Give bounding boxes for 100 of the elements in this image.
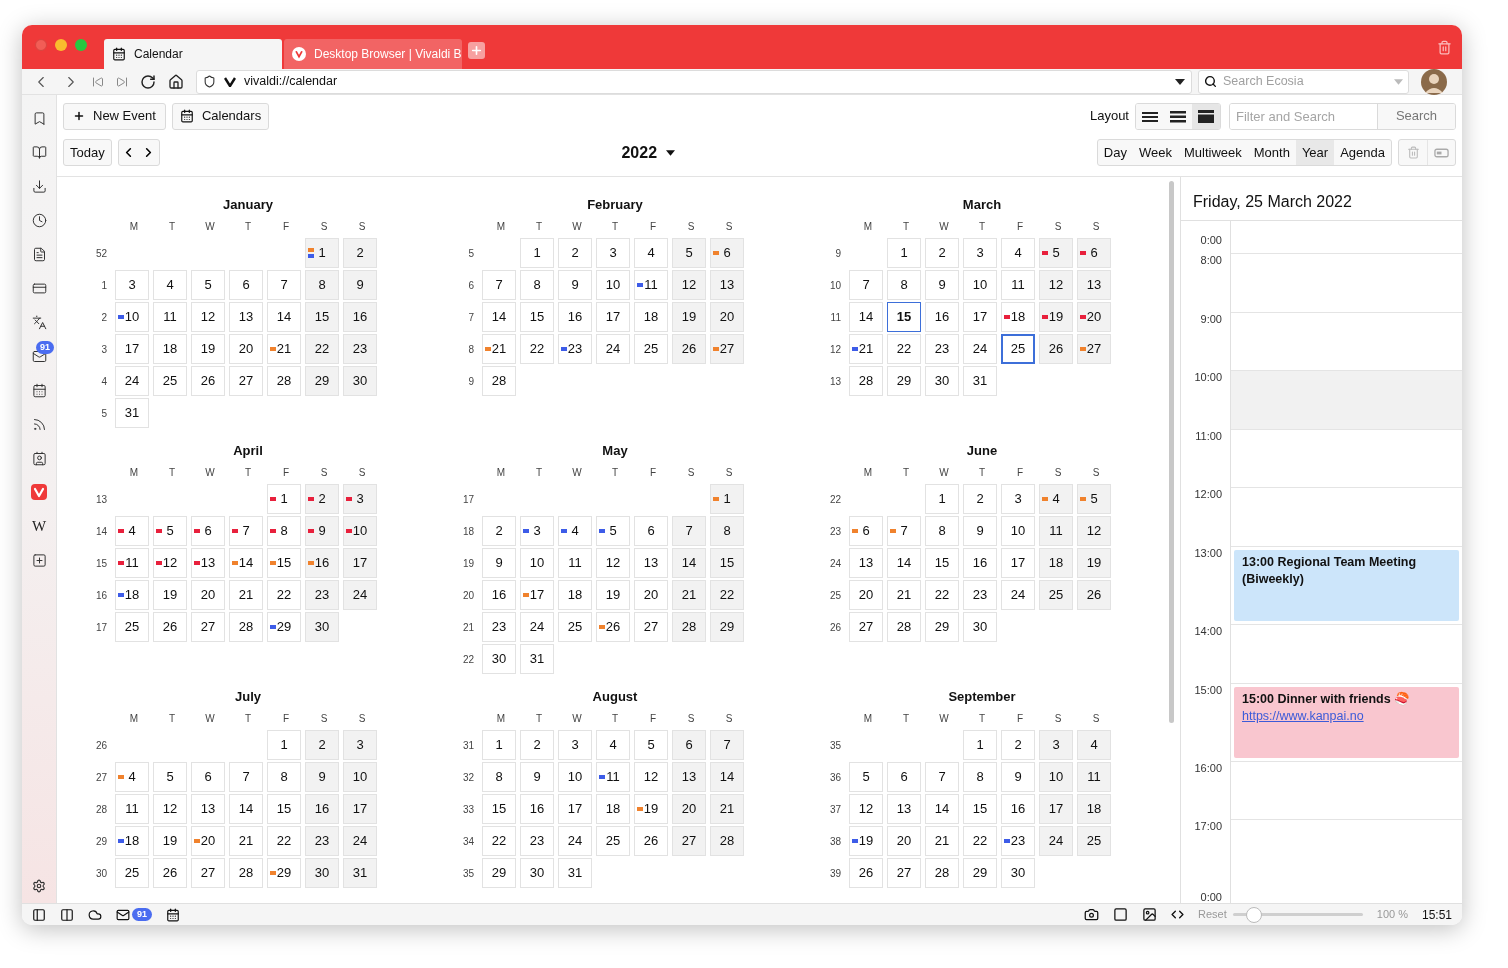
day-cell[interactable]: 6 <box>672 730 706 760</box>
day-cell[interactable]: 23 <box>482 612 516 642</box>
day-cell[interactable]: 21 <box>925 826 959 856</box>
day-cell[interactable]: 3 <box>596 238 630 268</box>
day-cell[interactable]: 16 <box>1001 794 1035 824</box>
zoom-slider[interactable] <box>1232 906 1363 923</box>
day-cell[interactable]: 20 <box>672 794 706 824</box>
day-cell[interactable]: 27 <box>887 858 921 888</box>
day-cell[interactable]: 21 <box>672 580 706 610</box>
day-cell[interactable]: 3 <box>343 730 377 760</box>
day-cell[interactable]: 20 <box>1077 302 1111 332</box>
day-cell[interactable]: 15 <box>520 302 554 332</box>
day-cell[interactable]: 2 <box>305 484 339 514</box>
day-cell[interactable]: 3 <box>115 270 149 300</box>
day-cell[interactable]: 10 <box>1039 762 1073 792</box>
day-cell[interactable]: 9 <box>1001 762 1035 792</box>
day-cell[interactable]: 29 <box>963 858 997 888</box>
day-cell[interactable]: 16 <box>520 794 554 824</box>
day-cell[interactable]: 13 <box>887 794 921 824</box>
day-cell[interactable]: 31 <box>343 858 377 888</box>
layout-option[interactable] <box>1136 103 1164 129</box>
day-cell[interactable]: 13 <box>191 548 225 578</box>
day-cell[interactable]: 4 <box>153 270 187 300</box>
dropdown-caret-icon[interactable] <box>1175 78 1185 85</box>
day-cell[interactable]: 26 <box>1077 580 1111 610</box>
day-cell[interactable]: 8 <box>963 762 997 792</box>
day-cell[interactable]: 28 <box>710 826 744 856</box>
day-cell[interactable]: 2 <box>343 238 377 268</box>
day-cell[interactable]: 7 <box>229 516 263 546</box>
day-cell[interactable]: 6 <box>849 516 883 546</box>
day-cell[interactable]: 19 <box>1039 302 1073 332</box>
day-cell[interactable]: 22 <box>305 334 339 364</box>
day-cell[interactable]: 2 <box>520 730 554 760</box>
day-cell[interactable]: 4 <box>596 730 630 760</box>
day-cell[interactable]: 30 <box>482 644 516 674</box>
day-cell[interactable]: 9 <box>482 548 516 578</box>
day-cell[interactable]: 26 <box>191 366 225 396</box>
mail-icon[interactable] <box>31 348 47 364</box>
day-cell[interactable]: 14 <box>710 762 744 792</box>
day-cell[interactable]: 28 <box>849 366 883 396</box>
day-cell[interactable]: 21 <box>710 794 744 824</box>
day-cell[interactable]: 17 <box>963 302 997 332</box>
day-cell[interactable]: 25 <box>1001 334 1035 364</box>
image-icon[interactable] <box>1142 907 1157 922</box>
day-cell[interactable]: 28 <box>925 858 959 888</box>
day-cell[interactable]: 23 <box>925 334 959 364</box>
day-cell[interactable]: 4 <box>115 516 149 546</box>
day-cell[interactable]: 17 <box>343 794 377 824</box>
calendars-button[interactable]: Calendars <box>171 102 270 130</box>
day-cell[interactable]: 29 <box>267 858 301 888</box>
day-cell[interactable]: 9 <box>963 516 997 546</box>
day-cell[interactable]: 12 <box>153 548 187 578</box>
day-cell[interactable]: 8 <box>925 516 959 546</box>
day-cell[interactable]: 1 <box>963 730 997 760</box>
day-cell[interactable]: 12 <box>1039 270 1073 300</box>
day-cell[interactable]: 21 <box>482 334 516 364</box>
day-cell[interactable]: 15 <box>925 548 959 578</box>
day-cell[interactable]: 21 <box>267 334 301 364</box>
day-cell[interactable]: 15 <box>887 302 921 332</box>
today-button[interactable]: Today <box>63 139 112 166</box>
day-cell[interactable]: 22 <box>267 580 301 610</box>
settings-icon[interactable] <box>32 879 46 893</box>
day-cell[interactable]: 25 <box>115 612 149 642</box>
day-cell[interactable]: 23 <box>1001 826 1035 856</box>
day-cell[interactable]: 4 <box>634 238 668 268</box>
day-cell[interactable]: 11 <box>558 548 592 578</box>
day-cell[interactable]: 19 <box>596 580 630 610</box>
day-cell[interactable]: 23 <box>305 826 339 856</box>
day-cell[interactable]: 28 <box>482 366 516 396</box>
day-cell[interactable]: 11 <box>1001 270 1035 300</box>
day-cell[interactable]: 7 <box>849 270 883 300</box>
day-cell[interactable]: 25 <box>1039 580 1073 610</box>
code-icon[interactable] <box>1171 908 1184 921</box>
download-icon[interactable] <box>31 178 47 194</box>
day-cell[interactable]: 14 <box>849 302 883 332</box>
day-cell[interactable]: 25 <box>596 826 630 856</box>
day-cell[interactable]: 30 <box>343 366 377 396</box>
day-cell[interactable]: 5 <box>634 730 668 760</box>
day-cell[interactable]: 9 <box>558 270 592 300</box>
day-cell[interactable]: 28 <box>672 612 706 642</box>
day-cell[interactable]: 14 <box>482 302 516 332</box>
day-cell[interactable]: 17 <box>596 302 630 332</box>
day-cell[interactable]: 18 <box>558 580 592 610</box>
day-cell[interactable]: 1 <box>925 484 959 514</box>
day-cell[interactable]: 18 <box>1001 302 1035 332</box>
tiling-icon[interactable] <box>60 907 74 922</box>
day-cell[interactable]: 10 <box>115 302 149 332</box>
fast-forward-icon[interactable] <box>116 75 128 88</box>
new-tab-button[interactable] <box>468 41 485 59</box>
day-cell[interactable]: 30 <box>305 612 339 642</box>
day-cell[interactable]: 14 <box>925 794 959 824</box>
day-cell[interactable]: 5 <box>1077 484 1111 514</box>
day-cell[interactable]: 20 <box>887 826 921 856</box>
scrollbar[interactable] <box>1169 181 1174 723</box>
day-cell[interactable]: 19 <box>191 334 225 364</box>
notes-icon[interactable] <box>31 246 47 262</box>
day-cell[interactable]: 30 <box>963 612 997 642</box>
day-cell[interactable]: 5 <box>1039 238 1073 268</box>
day-cell[interactable]: 10 <box>343 516 377 546</box>
day-cell[interactable]: 9 <box>305 762 339 792</box>
